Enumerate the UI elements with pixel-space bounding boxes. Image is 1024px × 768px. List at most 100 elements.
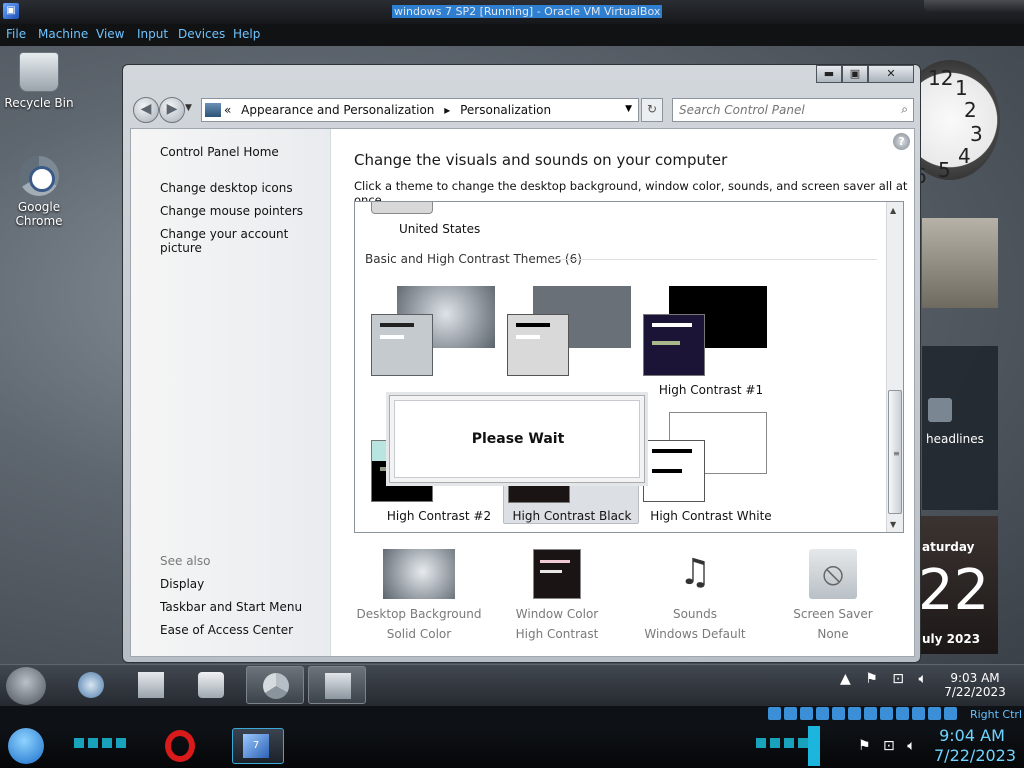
volume-icon[interactable]: 🔈︎: [918, 671, 926, 687]
theme-label-united-states[interactable]: United States: [399, 222, 480, 236]
guest-additions-icon[interactable]: [944, 707, 957, 720]
chrome-icon: [19, 156, 59, 196]
rss-icon: [928, 398, 952, 422]
virtualbox-status-bar: Right Ctrl: [0, 706, 1024, 724]
ease-of-access-link[interactable]: Ease of Access Center: [160, 623, 293, 637]
host-start-button[interactable]: [8, 728, 44, 764]
refresh-button[interactable]: ↻: [641, 98, 663, 122]
menu-view[interactable]: View: [96, 27, 124, 41]
network-adapter-icon[interactable]: [816, 707, 829, 720]
desktop-icon-recycle-bin[interactable]: Recycle Bin: [0, 52, 78, 110]
theme-thumbnail[interactable]: [371, 202, 433, 214]
please-wait-dialog: Please Wait: [389, 395, 645, 483]
theme-tile-windows-7-basic[interactable]: [371, 286, 507, 400]
taskbar-chrome[interactable]: [246, 666, 304, 704]
control-panel-icon: [205, 103, 221, 117]
navigation-bar: ◀ ▶ ▼ « Appearance and Personalization ▸…: [129, 93, 914, 123]
sounds-setting[interactable]: ♫ Sounds Windows Default: [630, 549, 760, 641]
desktop-icon-google-chrome[interactable]: Google Chrome: [0, 156, 78, 228]
virtualbox-icon[interactable]: ▣: [3, 3, 19, 19]
display-link[interactable]: Display: [160, 577, 204, 591]
taskbar-start-menu-link[interactable]: Taskbar and Start Menu: [160, 600, 302, 614]
taskbar-virtualbox[interactable]: 7: [232, 728, 284, 764]
search-input[interactable]: [679, 100, 889, 120]
feed-headlines-gadget[interactable]: headlines: [922, 346, 998, 510]
help-icon[interactable]: ?: [893, 133, 910, 150]
slideshow-gadget[interactable]: [922, 218, 998, 308]
desktop-background-setting[interactable]: Desktop Background Solid Color: [354, 549, 484, 641]
window-color-setting[interactable]: Window Color High Contrast: [492, 549, 622, 641]
taskbar-control-panel[interactable]: [308, 666, 366, 704]
scroll-up-arrow-icon[interactable]: ▲: [890, 206, 896, 215]
menu-input[interactable]: Input: [137, 27, 168, 41]
menu-file[interactable]: File: [6, 27, 26, 41]
task-pane: Control Panel Home Change desktop icons …: [131, 129, 331, 656]
theme-list-scrollbar[interactable]: ▲ ≡ ▼: [886, 202, 903, 532]
theme-color-bar: [380, 323, 414, 327]
audio-icon[interactable]: [800, 707, 813, 720]
menu-help[interactable]: Help: [233, 27, 260, 41]
calendar-month-year: uly 2023: [922, 632, 981, 646]
network-icon[interactable]: ⊡: [883, 738, 895, 754]
address-dropdown-icon[interactable]: ▼: [625, 104, 632, 114]
screen-saver-setting[interactable]: ⦸ Screen Saver None: [768, 549, 898, 641]
taskbar-internet-explorer[interactable]: [62, 666, 120, 704]
shared-folders-icon[interactable]: [848, 707, 861, 720]
action-center-flag-icon[interactable]: ⚑: [865, 671, 878, 687]
opera-icon[interactable]: [165, 730, 195, 762]
menu-machine[interactable]: Machine: [38, 27, 88, 41]
display-icon[interactable]: [864, 707, 877, 720]
video-capture-icon[interactable]: [880, 707, 893, 720]
sounds-icon: ♫: [678, 552, 712, 593]
address-bar[interactable]: « Appearance and Personalization ▸ Perso…: [201, 98, 639, 122]
guest-start-button[interactable]: [6, 667, 46, 705]
optical-drive-icon[interactable]: [784, 707, 797, 720]
clock-number: 4: [958, 144, 971, 168]
network-icon[interactable]: ⊡: [892, 671, 904, 687]
scroll-down-arrow-icon[interactable]: ▼: [890, 520, 896, 529]
breadcrumb-overflow[interactable]: «: [224, 103, 231, 117]
volume-icon[interactable]: 🔈︎: [907, 738, 915, 754]
cpu-icon[interactable]: [896, 707, 909, 720]
search-box[interactable]: ⌕: [672, 98, 914, 122]
scrollbar-thumb[interactable]: ≡: [888, 390, 902, 514]
theme-tile-high-contrast-white[interactable]: High Contrast White: [643, 412, 779, 526]
taskbar-explorer[interactable]: [122, 666, 180, 704]
hard-disk-icon[interactable]: [768, 707, 781, 720]
theme-tile-high-contrast-1[interactable]: High Contrast #1: [643, 286, 779, 400]
host-clock[interactable]: 9:04 AM 7/22/2023: [934, 726, 1016, 766]
change-account-picture-link[interactable]: Change your account picture: [160, 227, 330, 255]
theme-color-bar: [652, 449, 692, 453]
forward-button[interactable]: ▶: [159, 97, 185, 123]
theme-tile-windows-classic[interactable]: [507, 286, 643, 400]
breadcrumb-personalization[interactable]: Personalization: [460, 103, 551, 117]
maximize-button[interactable]: ▣: [842, 65, 868, 83]
screen-saver-icon: ⦸: [809, 549, 857, 599]
change-mouse-pointers-link[interactable]: Change mouse pointers: [160, 204, 303, 218]
search-icon[interactable]: ⌕: [901, 102, 908, 117]
please-wait-panel: Please Wait: [394, 400, 640, 478]
breadcrumb-separator-icon[interactable]: ▸: [444, 103, 450, 117]
usb-icon[interactable]: [832, 707, 845, 720]
recent-pages-dropdown[interactable]: ▼: [185, 103, 192, 113]
control-panel-home-link[interactable]: Control Panel Home: [160, 145, 279, 159]
guest-clock[interactable]: 9:03 AM 7/22/2023: [944, 671, 1006, 699]
close-button[interactable]: ✕: [868, 65, 914, 83]
flag-icon[interactable]: ⚑: [858, 738, 871, 754]
menu-devices[interactable]: Devices: [178, 27, 225, 41]
show-hidden-icons[interactable]: ▲: [840, 671, 851, 687]
calendar-gadget[interactable]: aturday 22 uly 2023: [918, 516, 998, 654]
mouse-integration-icon[interactable]: [912, 707, 925, 720]
window-color-icon: [533, 549, 581, 599]
taskbar-media-player[interactable]: [182, 666, 240, 704]
back-button[interactable]: ◀: [133, 97, 159, 123]
keyboard-icon[interactable]: [928, 707, 941, 720]
setting-value: High Contrast: [515, 627, 599, 641]
minimize-button[interactable]: ▬: [816, 65, 842, 83]
show-desktop-button[interactable]: [808, 726, 820, 766]
host-menu-bar: File Machine View Input Devices Help: [0, 24, 1024, 46]
change-desktop-icons-link[interactable]: Change desktop icons: [160, 181, 293, 195]
breadcrumb-appearance-personalization[interactable]: Appearance and Personalization: [241, 103, 434, 117]
host-time: 9:04 AM: [939, 726, 1005, 745]
media-player-icon: [198, 672, 224, 698]
